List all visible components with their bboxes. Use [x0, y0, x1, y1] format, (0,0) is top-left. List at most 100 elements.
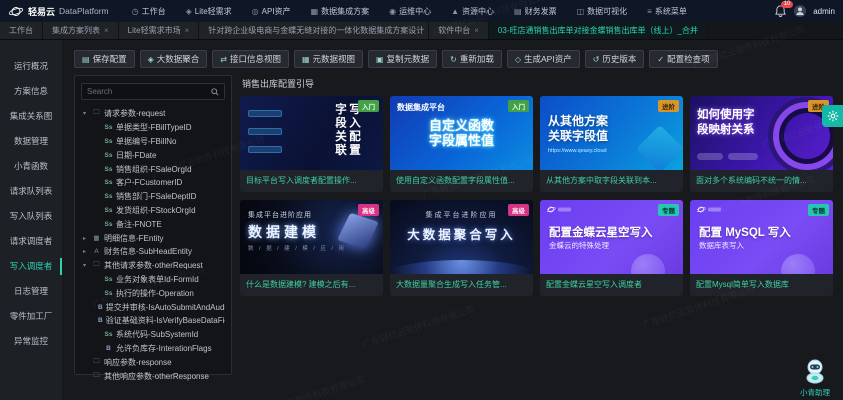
tree-node-9[interactable]: ▸▦明细信息-FEntity — [81, 231, 225, 245]
avatar[interactable] — [794, 5, 806, 17]
string-icon: Ss — [104, 290, 113, 297]
guide-card-1[interactable]: 入门数据集成平台自定义函数字段属性值使用自定义函数配置字段属性值... — [390, 96, 533, 192]
tree-node-11[interactable]: ▾🗀其他请求参数-otherRequest — [81, 259, 225, 273]
tab-3[interactable]: 针对跨企业级电商与金蝶无缝对接的一体化数据集成方案设计× — [199, 22, 429, 39]
nav-item-8[interactable]: ≡系统菜单 — [638, 0, 696, 22]
search-icon[interactable] — [211, 88, 219, 96]
guide-card-7[interactable]: 专题配置 MySQL 写入数据库表写入配置Mysql简单写入数据库 — [690, 200, 833, 296]
nav-item-label: Lite轻需求 — [195, 6, 232, 17]
username[interactable]: admin — [813, 7, 835, 16]
sidebar-item-10[interactable]: 零件加工厂 — [0, 304, 62, 329]
tree-node-3[interactable]: Ss日期-FDate — [81, 148, 225, 162]
tree-node-2[interactable]: Ss单据编号-FBillNo — [81, 135, 225, 149]
toolbar-button-label: 复制元数据 — [387, 53, 430, 65]
tree-node-18[interactable]: 🗀响应参数-response — [81, 355, 225, 369]
toolbar-button-8[interactable]: ✓配置检查项 — [649, 50, 717, 68]
toolbar-button-1[interactable]: ◈大数据聚合 — [140, 50, 208, 68]
toolbar-button-0[interactable]: ▤保存配置 — [74, 50, 135, 68]
settings-fab[interactable] — [822, 105, 843, 127]
nav-item-3[interactable]: ▦数据集成方案 — [302, 0, 379, 22]
decor-pill — [728, 153, 758, 160]
tree-node-7[interactable]: Ss发货组织-FStockOrgId — [81, 204, 225, 218]
tree-node-14[interactable]: B提交并审核-IsAutoSubmitAndAudit — [81, 300, 225, 314]
tree-expand-icon[interactable]: ▸ — [83, 248, 89, 255]
sidebar-item-7[interactable]: 请求调度者 — [0, 229, 62, 254]
tree-node-0[interactable]: ▾🗀请求参数-request — [81, 107, 225, 121]
toolbar-button-6[interactable]: ◇生成API资产 — [507, 50, 580, 68]
nav-item-1[interactable]: ◈Lite轻需求 — [177, 0, 241, 22]
tree-node-17[interactable]: B允许负库存-InterationFlags — [81, 342, 225, 356]
string-icon: Ss — [104, 152, 113, 159]
tree-expand-icon[interactable]: ▸ — [83, 235, 89, 242]
tab-2[interactable]: Lite轻需求市场× — [119, 22, 200, 39]
tree-node-5[interactable]: Ss客户-FCustomerID — [81, 176, 225, 190]
tab-close-icon[interactable]: × — [185, 26, 190, 35]
nav-item-2[interactable]: ◎API资产 — [243, 0, 300, 22]
tree-node-8[interactable]: Ss备注-FNOTE — [81, 217, 225, 231]
sidebar-item-2[interactable]: 集成关系图 — [0, 104, 62, 129]
toolbar-button-5[interactable]: ↻重新加载 — [442, 50, 502, 68]
lite-icon: ◈ — [186, 7, 192, 16]
sidebar-item-0[interactable]: 运行概况 — [0, 54, 62, 79]
tab-1[interactable]: 集成方案列表× — [43, 22, 119, 39]
guide-card-0[interactable]: 入门写入配置字段关联目标平台写入调度者配置操作... — [240, 96, 383, 192]
notifications-button[interactable]: 10 — [775, 5, 787, 17]
tree-expand-icon[interactable]: ▾ — [83, 262, 89, 269]
toolbar-button-label: 历史版本 — [602, 53, 636, 65]
tree-node-15[interactable]: B验证基础资料-IsVerifyBaseDataField — [81, 314, 225, 328]
guide-card-2[interactable]: 进阶从其他方案关联字段值https://www.qeasy.cloud从其他方案… — [540, 96, 683, 192]
tree-node-label: 其他请求参数-otherRequest — [104, 260, 203, 271]
cards-grid: 入门写入配置字段关联目标平台写入调度者配置操作...入门数据集成平台自定义函数字… — [240, 96, 833, 296]
sidebar-item-1[interactable]: 方案信息 — [0, 79, 62, 104]
tab-close-icon[interactable]: × — [474, 26, 479, 35]
sidebar-item-5[interactable]: 请求队列表 — [0, 179, 62, 204]
toolbar-button-3[interactable]: ▦元数据视图 — [294, 50, 363, 68]
card-caption: 配置金蝶云星空写入调度者 — [540, 274, 683, 296]
tree-node-19[interactable]: 🗀其他响应参数-otherResponse — [81, 369, 225, 383]
sidebar-item-4[interactable]: 小青函数 — [0, 154, 62, 179]
copy-icon: ▣ — [376, 55, 384, 64]
left-sidebar: 运行概况方案信息集成关系图数据管理小青函数请求队列表写入队列表请求调度者写入调度… — [0, 40, 62, 400]
tree-node-13[interactable]: Ss执行的操作-Operation — [81, 286, 225, 300]
tab-4[interactable]: 软件中台× — [429, 22, 489, 39]
search-input[interactable] — [87, 87, 211, 96]
sidebar-item-3[interactable]: 数据管理 — [0, 129, 62, 154]
sidebar-item-8[interactable]: 写入调度者 — [0, 254, 62, 279]
tree-node-label: 单据类型-FBillTypeID — [116, 122, 192, 133]
tree-node-16[interactable]: Ss系统代码-SubSystemId — [81, 328, 225, 342]
tree-node-4[interactable]: Ss销售组织-FSaleOrgId — [81, 162, 225, 176]
toolbar-button-2[interactable]: ⇄接口信息视图 — [212, 50, 289, 68]
toolbar-button-7[interactable]: ↺历史版本 — [585, 50, 645, 68]
guide-card-6[interactable]: 专题配置金蝶云星空写入金蝶云的特殊处理配置金蝶云星空写入调度者 — [540, 200, 683, 296]
decor-pill — [248, 146, 282, 153]
nav-item-4[interactable]: ◉运维中心 — [380, 0, 440, 22]
toolbar-button-label: 大数据聚合 — [157, 53, 200, 65]
tree-node-1[interactable]: Ss单据类型-FBillTypeID — [81, 121, 225, 135]
tree-node-12[interactable]: Ss业务对象表单Id-FormId — [81, 273, 225, 287]
guide-card-5[interactable]: 高级集成平台进阶应用大数据聚合写入大数据量聚合生成写入任务管... — [390, 200, 533, 296]
nav-item-7[interactable]: ◫数据可视化 — [568, 0, 637, 22]
brand-subtitle: DataPlatform — [59, 6, 109, 16]
tree-node-6[interactable]: Ss销售部门-FSaleDeptID — [81, 190, 225, 204]
nav-item-0[interactable]: ◷工作台 — [123, 0, 175, 22]
card-thumbnail: 高级集成平台进阶应用数据建模数 / 据 / 建 / 模 / 应 / 用 — [240, 200, 383, 274]
tab-5[interactable]: 03-旺店通销售出库单对接金蝶销售出库单（线上）_合并 — [489, 22, 708, 39]
nav-item-6[interactable]: ▤财务发票 — [505, 0, 566, 22]
card-title: 自定义函数字段属性值 — [390, 118, 533, 148]
sidebar-item-6[interactable]: 写入队列表 — [0, 204, 62, 229]
nav-item-5[interactable]: ▲资源中心 — [442, 0, 503, 22]
toolbar-button-4[interactable]: ▣复制元数据 — [368, 50, 437, 68]
navbar-menu: ◷工作台◈Lite轻需求◎API资产▦数据集成方案◉运维中心▲资源中心▤财务发票… — [123, 0, 776, 22]
tab-0[interactable]: 工作台 — [0, 22, 43, 39]
decor-pill — [248, 128, 282, 135]
tab-close-icon[interactable]: × — [104, 26, 109, 35]
assistant-mascot[interactable]: 小青助理 — [793, 358, 837, 398]
guide-card-3[interactable]: 进阶如何使用字段映射关系面对多个系统编码不统一的情... — [690, 96, 833, 192]
brand-logo[interactable]: 轻易云 DataPlatform — [8, 5, 109, 18]
guide-card-4[interactable]: 高级集成平台进阶应用数据建模数 / 据 / 建 / 模 / 应 / 用什么是数据… — [240, 200, 383, 296]
sidebar-item-9[interactable]: 日志管理 — [0, 279, 62, 304]
tree-node-10[interactable]: ▸A财务信息-SubHeadEntity — [81, 245, 225, 259]
sidebar-item-11[interactable]: 异常监控 — [0, 329, 62, 354]
level-badge: 入门 — [358, 100, 379, 112]
tree-expand-icon[interactable]: ▾ — [83, 110, 89, 117]
